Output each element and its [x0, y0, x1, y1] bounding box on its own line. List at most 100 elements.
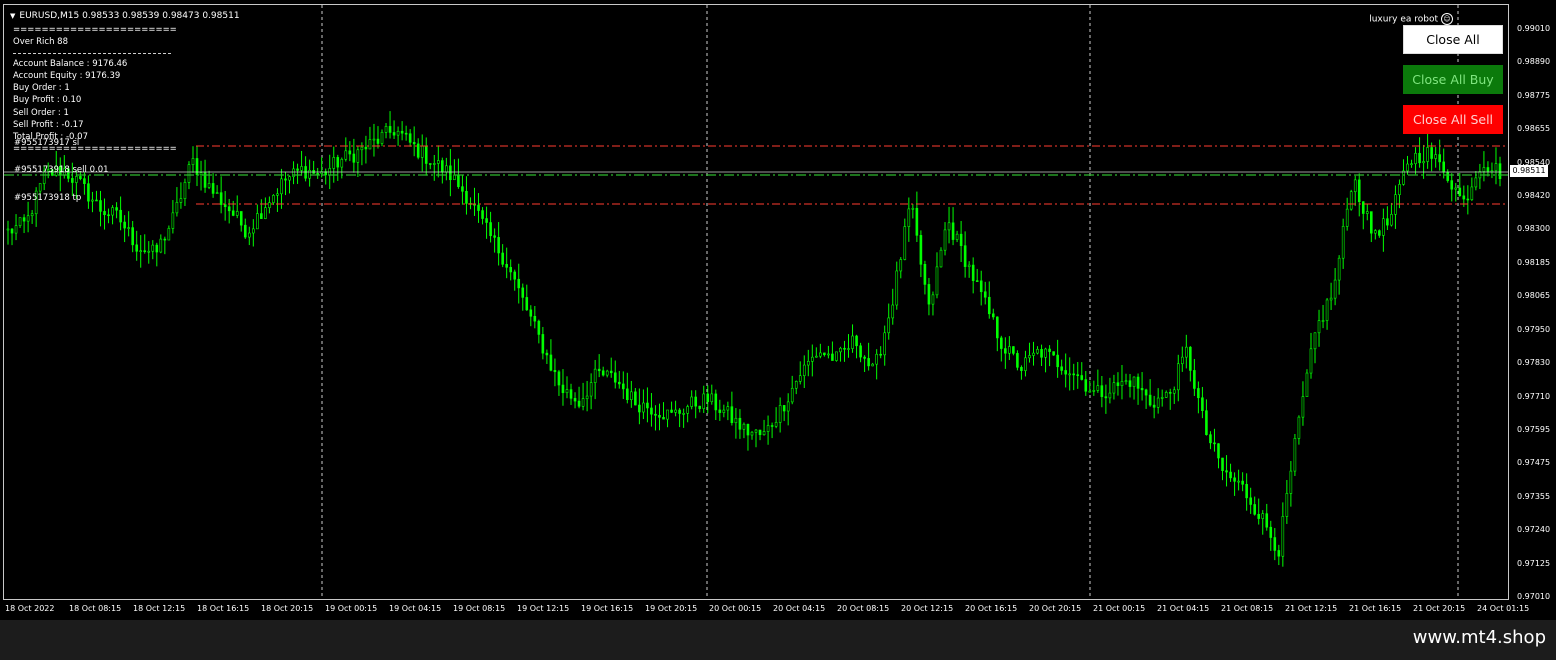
candle — [1108, 392, 1112, 399]
candle — [1144, 389, 1148, 396]
stop-loss-label[interactable]: #955173917 sl — [14, 138, 79, 148]
candle — [734, 417, 738, 423]
close-all-button[interactable]: Close All — [1403, 25, 1503, 54]
candle — [718, 409, 722, 413]
close-all-sell-button[interactable]: Close All Sell — [1403, 105, 1503, 134]
candle — [1140, 388, 1144, 391]
candle — [855, 335, 858, 347]
candle — [1128, 380, 1132, 387]
candle — [272, 195, 275, 203]
candle — [835, 351, 838, 361]
candle — [638, 404, 641, 413]
candle — [1168, 392, 1172, 394]
candle — [1064, 370, 1067, 375]
candle — [1277, 550, 1281, 557]
candle — [899, 259, 903, 272]
candle — [227, 206, 231, 212]
candle — [1209, 434, 1212, 444]
candle — [815, 355, 818, 358]
candle — [1378, 230, 1381, 236]
candle — [634, 391, 637, 406]
candle — [26, 215, 30, 222]
candle — [1474, 177, 1478, 188]
candle — [811, 356, 814, 362]
price-tick-label: 0.98420 — [1517, 191, 1551, 201]
price-tick-label: 0.97475 — [1517, 458, 1551, 468]
candle — [963, 245, 967, 267]
candle — [887, 317, 891, 334]
candle — [529, 309, 533, 317]
candle — [750, 431, 754, 436]
ea-robot-title: luxury ea robot — [1369, 14, 1438, 25]
candle — [1482, 167, 1486, 172]
candle — [1418, 152, 1421, 164]
candle — [147, 250, 151, 253]
candle — [630, 391, 633, 400]
candle — [979, 280, 983, 293]
candle — [871, 363, 874, 367]
candle — [774, 422, 778, 427]
candle — [1040, 348, 1043, 358]
candle — [1365, 211, 1369, 214]
candle — [1080, 375, 1084, 380]
candle — [1458, 187, 1462, 197]
candle — [666, 409, 669, 420]
order-label[interactable]: #955173918 sell 0.01 — [14, 165, 109, 175]
candle — [1462, 195, 1466, 200]
candle — [549, 354, 553, 371]
time-tick-label: 21 Oct 16:15 — [1349, 604, 1402, 613]
price-tick-label: 0.98065 — [1517, 291, 1551, 301]
close-all-buy-button[interactable]: Close All Buy — [1403, 65, 1503, 94]
candle — [1217, 443, 1220, 459]
candle — [859, 345, 862, 358]
buy-profit: Buy Profit : 0.10 — [13, 95, 82, 106]
candle — [1052, 351, 1055, 356]
candle — [457, 174, 460, 187]
take-profit-label[interactable]: #955173918 tp — [14, 193, 81, 203]
candle — [239, 211, 243, 226]
candle — [163, 238, 167, 241]
price-chart[interactable]: ▼ EURUSD,M15 0.98533 0.98539 0.98473 0.98… — [3, 4, 1509, 600]
candle — [1008, 346, 1011, 354]
candle — [919, 235, 923, 265]
candle — [802, 364, 806, 376]
candle — [1205, 410, 1208, 435]
candle — [1100, 385, 1104, 397]
candle — [915, 207, 919, 236]
candle — [79, 176, 82, 179]
candle — [1160, 397, 1164, 399]
candle — [1269, 526, 1273, 538]
candle — [1402, 170, 1405, 185]
candle — [384, 126, 388, 133]
candle — [839, 347, 842, 353]
candle — [967, 264, 971, 267]
candle — [798, 375, 802, 382]
candle — [847, 348, 850, 350]
candle — [1382, 218, 1385, 236]
price-tick-label: 0.97830 — [1517, 358, 1551, 368]
candle — [437, 160, 440, 164]
candle — [424, 145, 428, 164]
candle — [642, 402, 645, 413]
candle — [428, 163, 432, 165]
time-tick-label: 20 Oct 16:15 — [965, 604, 1018, 613]
candle — [1233, 477, 1236, 482]
time-tick-label: 20 Oct 04:15 — [773, 604, 826, 613]
candle — [951, 222, 955, 240]
time-tick-label: 20 Oct 08:15 — [837, 604, 890, 613]
candle — [340, 158, 344, 168]
time-tick-label: 24 Oct 01:15 — [1477, 604, 1530, 613]
candle — [179, 198, 183, 203]
candle — [95, 199, 98, 202]
candle — [171, 212, 175, 229]
candle — [1004, 348, 1007, 354]
time-tick-label: 21 Oct 12:15 — [1285, 604, 1338, 613]
candle — [1414, 152, 1417, 165]
chart-window[interactable]: ▼ EURUSD,M15 0.98533 0.98539 0.98473 0.98… — [0, 0, 1556, 620]
collapse-triangle-icon[interactable]: ▼ — [10, 12, 15, 20]
candle — [207, 183, 211, 188]
candle — [223, 204, 227, 208]
time-tick-label: 21 Oct 04:15 — [1157, 604, 1210, 613]
candle — [131, 227, 134, 246]
candle — [758, 429, 762, 436]
